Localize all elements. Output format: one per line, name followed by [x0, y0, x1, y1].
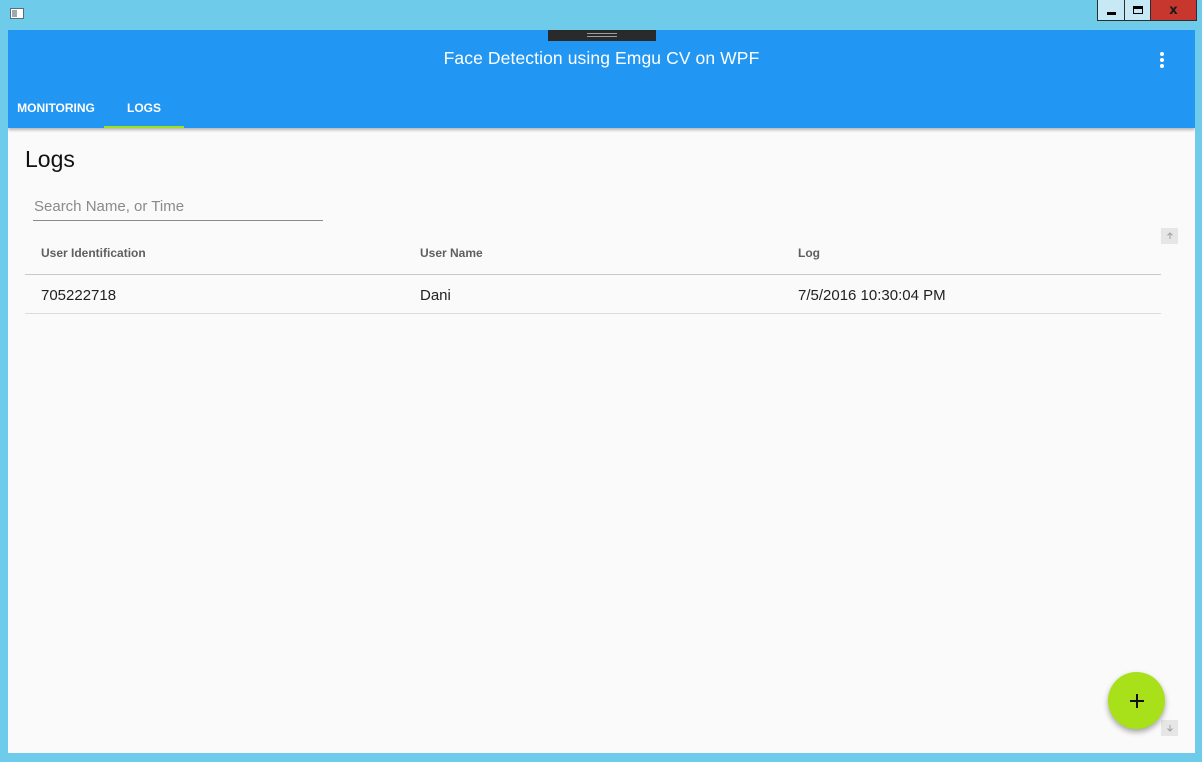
- arrow-down-icon: [1166, 725, 1173, 732]
- page-title: Logs: [25, 146, 75, 172]
- column-header-user-identification[interactable]: User Identification: [41, 246, 146, 260]
- app-title: Face Detection using Emgu CV on WPF: [443, 48, 760, 68]
- cell-log: 7/5/2016 10:30:04 PM: [798, 287, 946, 304]
- maximize-icon: [1132, 6, 1143, 14]
- scroll-down-button[interactable]: [1161, 720, 1178, 736]
- app-icon[interactable]: [10, 8, 24, 19]
- scroll-up-button[interactable]: [1161, 228, 1178, 244]
- plus-icon: [1129, 693, 1144, 708]
- table-row[interactable]: 705222718 Dani 7/5/2016 10:30:04 PM: [25, 275, 1161, 314]
- more-vertical-icon[interactable]: [1156, 50, 1168, 70]
- app-bar: Face Detection using Emgu CV on WPF MONI…: [8, 30, 1195, 128]
- window-titlebar[interactable]: x: [0, 0, 1202, 30]
- dot: [1160, 52, 1164, 56]
- search-input[interactable]: [33, 192, 323, 221]
- add-fab-button[interactable]: [1108, 672, 1165, 729]
- table-header: User Identification User Name Log: [25, 233, 1161, 275]
- minimize-button[interactable]: [1097, 0, 1125, 21]
- close-button[interactable]: x: [1150, 0, 1197, 21]
- logs-table: User Identification User Name Log 705222…: [25, 233, 1161, 314]
- tab-logs[interactable]: LOGS: [104, 92, 184, 128]
- logs-page: Logs User Identification User Name Log 7…: [8, 128, 1195, 753]
- close-icon: x: [1169, 2, 1178, 18]
- drag-handle[interactable]: [548, 30, 656, 41]
- cell-user-name: Dani: [420, 287, 451, 304]
- tab-monitoring[interactable]: MONITORING: [8, 92, 104, 128]
- dot: [1160, 64, 1164, 68]
- column-header-log[interactable]: Log: [798, 246, 820, 260]
- arrow-up-icon: [1166, 232, 1173, 239]
- minimize-icon: [1106, 11, 1116, 15]
- app-window: Face Detection using Emgu CV on WPF MONI…: [8, 30, 1195, 753]
- cell-user-identification: 705222718: [41, 287, 117, 304]
- tab-indicator: [104, 126, 184, 128]
- column-header-user-name[interactable]: User Name: [420, 246, 483, 260]
- maximize-button[interactable]: [1124, 0, 1151, 21]
- dot: [1160, 58, 1164, 62]
